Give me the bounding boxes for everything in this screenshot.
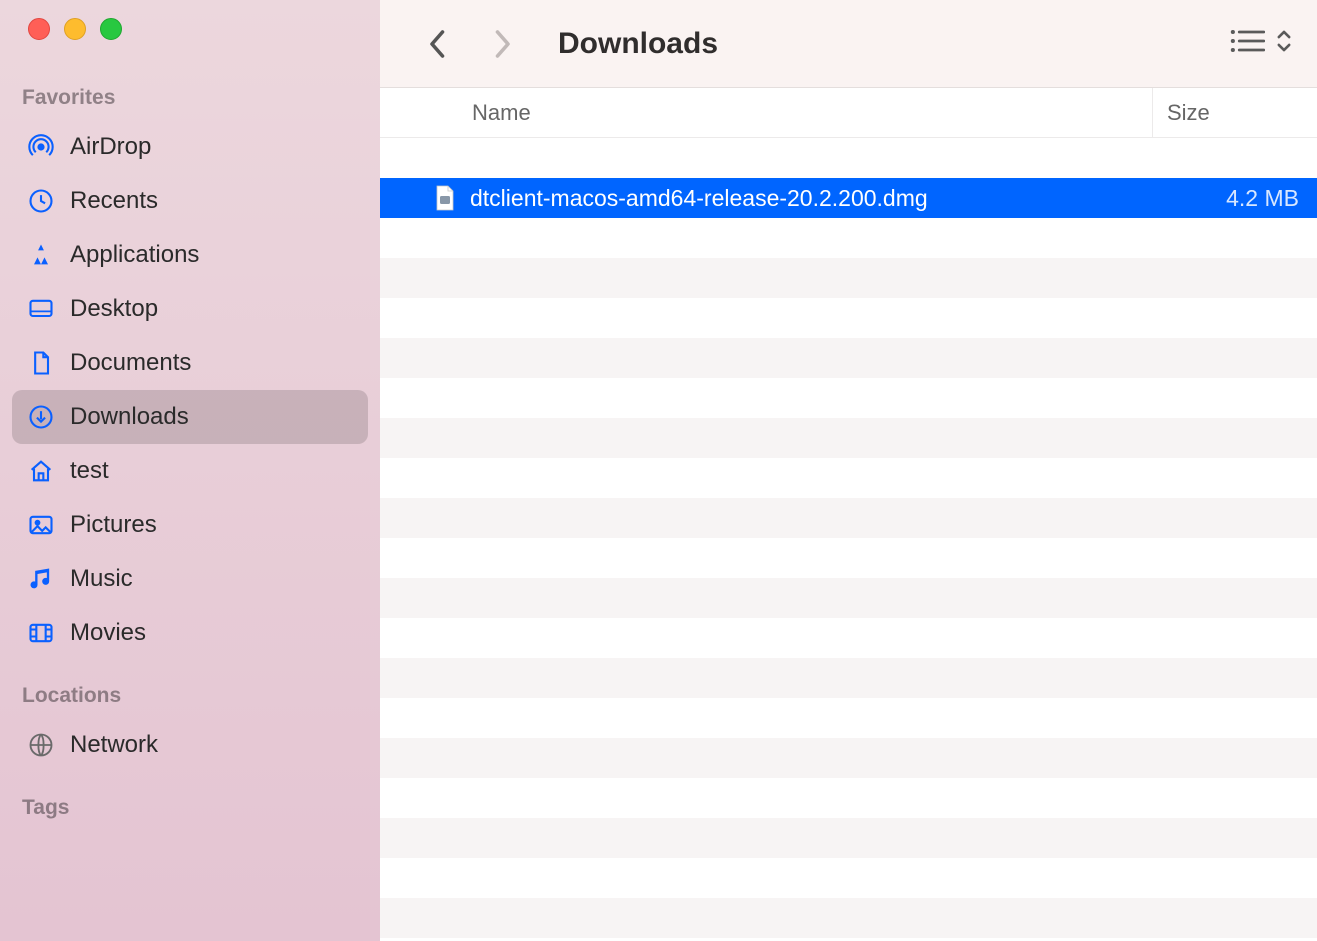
sidebar-item-label: test (70, 457, 109, 485)
empty-row (380, 858, 1317, 898)
applications-icon (26, 240, 56, 270)
minimize-window-button[interactable] (64, 18, 86, 40)
sidebar-item-label: Downloads (70, 403, 189, 431)
clock-icon (26, 186, 56, 216)
dmg-file-icon (430, 185, 460, 211)
empty-row (380, 618, 1317, 658)
maximize-window-button[interactable] (100, 18, 122, 40)
sidebar-item-label: Music (70, 565, 133, 593)
pictures-icon (26, 510, 56, 540)
empty-row (380, 418, 1317, 458)
sidebar-item-documents[interactable]: Documents (12, 336, 368, 390)
network-icon (26, 730, 56, 760)
sidebar-item-label: Documents (70, 349, 191, 377)
finder-window: Favorites AirDrop (0, 0, 1317, 941)
empty-row (380, 458, 1317, 498)
sidebar-item-label: Applications (70, 241, 199, 269)
file-size: 4.2 MB (1153, 185, 1317, 212)
empty-row (380, 698, 1317, 738)
column-headers: Name Size (380, 88, 1317, 138)
list-view-icon (1229, 27, 1265, 60)
sidebar-item-movies[interactable]: Movies (12, 606, 368, 660)
sidebar-favorites-list: AirDrop Recents Applic (0, 116, 380, 664)
document-icon (26, 348, 56, 378)
empty-row (380, 898, 1317, 938)
window-controls (0, 18, 380, 40)
toolbar: Downloads (380, 0, 1317, 88)
sidebar-item-recents[interactable]: Recents (12, 174, 368, 228)
empty-row (380, 818, 1317, 858)
empty-row (380, 658, 1317, 698)
music-icon (26, 564, 56, 594)
file-list[interactable]: dtclient-macos-amd64-release-20.2.200.dm… (380, 138, 1317, 941)
empty-row (380, 738, 1317, 778)
movies-icon (26, 618, 56, 648)
sidebar-section-favorites: Favorites (0, 80, 380, 116)
nav-forward-button[interactable] (484, 26, 520, 62)
sidebar-item-desktop[interactable]: Desktop (12, 282, 368, 336)
sidebar-item-label: AirDrop (70, 133, 151, 161)
sidebar-item-label: Pictures (70, 511, 157, 539)
sidebar-item-airdrop[interactable]: AirDrop (12, 120, 368, 174)
empty-row (380, 258, 1317, 298)
sidebar-item-applications[interactable]: Applications (12, 228, 368, 282)
empty-row (380, 538, 1317, 578)
downloads-icon (26, 402, 56, 432)
sidebar-item-network[interactable]: Network (12, 718, 368, 772)
sidebar-item-music[interactable]: Music (12, 552, 368, 606)
empty-row (380, 298, 1317, 338)
column-header-size[interactable]: Size (1153, 88, 1317, 137)
sidebar-item-test[interactable]: test (12, 444, 368, 498)
nav-back-button[interactable] (420, 26, 456, 62)
empty-row (380, 578, 1317, 618)
sidebar-item-pictures[interactable]: Pictures (12, 498, 368, 552)
empty-row (380, 138, 1317, 178)
sidebar: Favorites AirDrop (0, 0, 380, 941)
sidebar-item-label: Recents (70, 187, 158, 215)
file-row[interactable]: dtclient-macos-amd64-release-20.2.200.dm… (380, 178, 1317, 218)
sidebar-item-label: Network (70, 731, 158, 759)
main-area: Downloads (380, 0, 1317, 941)
desktop-icon (26, 294, 56, 324)
folder-title: Downloads (558, 27, 718, 61)
empty-row (380, 378, 1317, 418)
sidebar-item-label: Desktop (70, 295, 158, 323)
sidebar-locations-list: Network (0, 714, 380, 776)
home-icon (26, 456, 56, 486)
empty-row (380, 218, 1317, 258)
sidebar-item-downloads[interactable]: Downloads (12, 390, 368, 444)
chevron-up-down-icon (1275, 28, 1293, 59)
sidebar-section-tags: Tags (0, 790, 380, 826)
sidebar-item-label: Movies (70, 619, 146, 647)
empty-row (380, 338, 1317, 378)
view-mode-button[interactable] (1229, 27, 1293, 60)
file-name: dtclient-macos-amd64-release-20.2.200.dm… (470, 185, 1153, 212)
empty-row (380, 778, 1317, 818)
empty-row (380, 498, 1317, 538)
sidebar-section-locations: Locations (0, 678, 380, 714)
airdrop-icon (26, 132, 56, 162)
column-header-name[interactable]: Name (380, 88, 1153, 137)
close-window-button[interactable] (28, 18, 50, 40)
